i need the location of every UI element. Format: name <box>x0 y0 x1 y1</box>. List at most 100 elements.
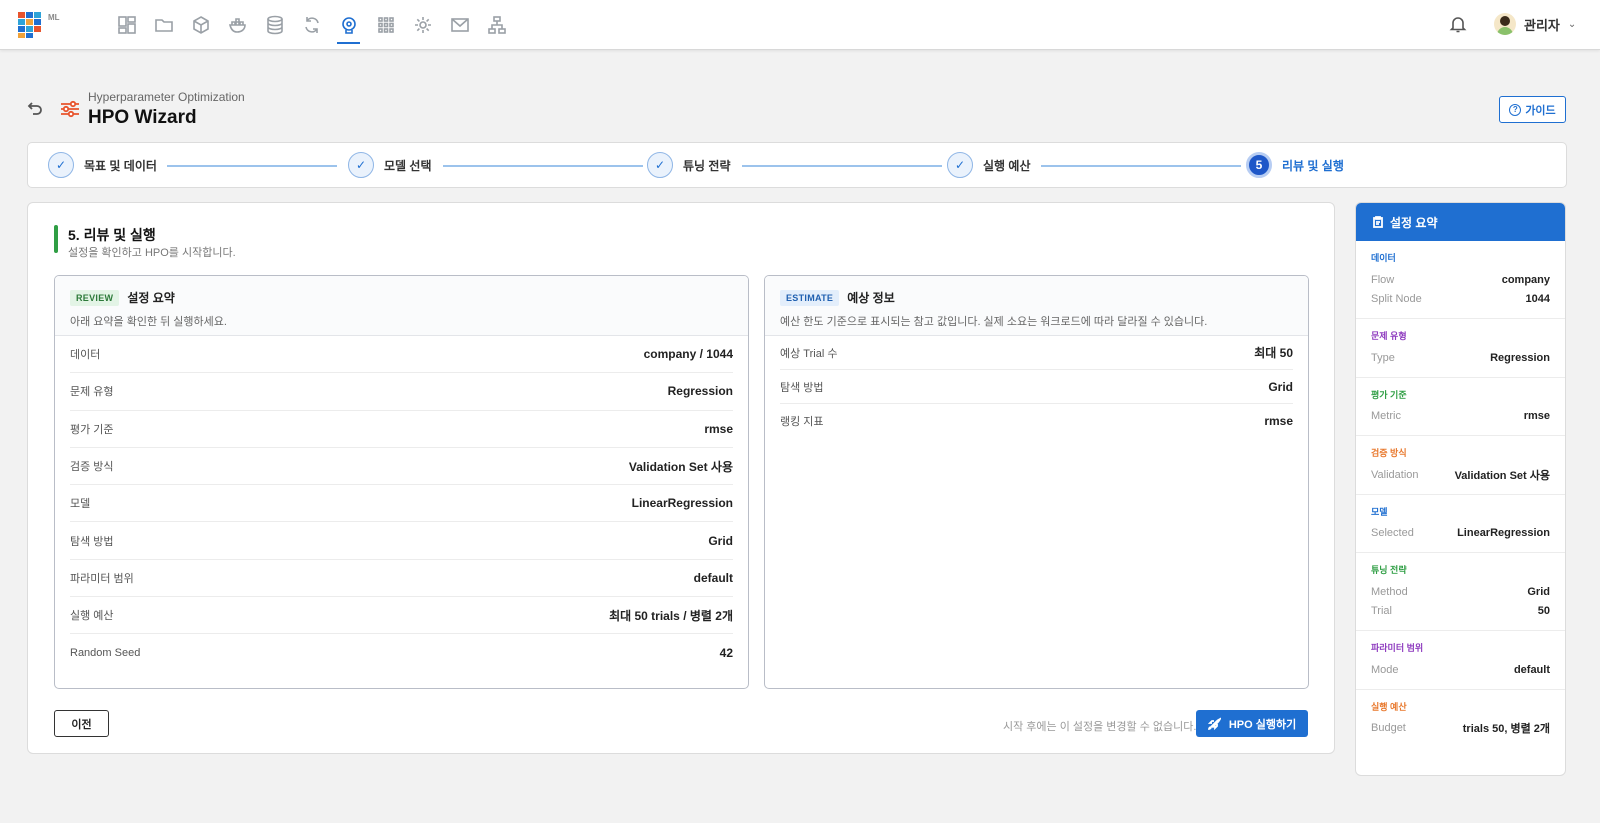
sidebar-section: 모델 Selected LinearRegression <box>1356 495 1565 553</box>
row-value: 최대 50 trials / 병렬 2개 <box>609 608 733 623</box>
row-key: 예상 Trial 수 <box>780 347 838 360</box>
mail-icon[interactable] <box>441 12 478 38</box>
row-key: 평가 기준 <box>70 423 114 436</box>
sidebar-row: Metric rmse <box>1371 407 1550 427</box>
sidebar-sections: 데이터 Flow company Split Node 1044 문제 유형 Type Reg… <box>1356 241 1565 747</box>
sidebar-row-key: Split Node <box>1371 293 1422 306</box>
sidebar-section: 튜닝 전략 Method Grid Trial 50 <box>1356 553 1565 631</box>
sidebar-row-value: trials 50, 병렬 2개 <box>1462 723 1550 736</box>
sidebar-row-key: Method <box>1371 585 1408 598</box>
panel-header: REVIEW 설정 요약 아래 요약을 확인한 뒤 실행하세요. <box>55 276 748 336</box>
step-budget[interactable]: ✓ 실행 예산 <box>947 152 1031 178</box>
rocket-icon <box>1207 717 1221 730</box>
sidebar-row-key: Budget <box>1371 722 1406 735</box>
summary-row: 탐색 방법 Grid <box>70 522 733 560</box>
sidebar-category: 실행 예산 <box>1371 701 1407 712</box>
panel-description: 예산 한도 기준으로 표시되는 참고 값입니다. 실제 소요는 워크로드에 따라… <box>780 316 1208 328</box>
prev-button[interactable]: 이전 <box>54 710 109 737</box>
step-number: 5 <box>1246 152 1272 178</box>
sidebar-row-key: Type <box>1371 351 1395 364</box>
sidebar-category: 검증 방식 <box>1371 448 1407 458</box>
sidebar-row: Selected LinearRegression <box>1371 524 1550 544</box>
summary-row: 모델 LinearRegression <box>70 485 733 523</box>
network-icon[interactable] <box>478 12 515 38</box>
step-label: 목표 및 데이터 <box>84 158 157 173</box>
row-value: rmse <box>1264 414 1293 428</box>
row-key: 탐색 방법 <box>780 381 824 394</box>
chevron-down-icon: ⌄ <box>1567 18 1577 30</box>
clipboard-icon <box>1373 216 1383 228</box>
summary-row: 데이터 company / 1044 <box>70 336 733 374</box>
sidebar-row-value: 50 <box>1537 605 1550 618</box>
step-connector <box>167 165 337 167</box>
review-badge: REVIEW <box>70 289 120 306</box>
summary-row: 탐색 방법 Grid <box>780 370 1293 404</box>
settings-summary-sidebar: 설정 요약 데이터 Flow company Split Node 1044 문제 유형 T… <box>1355 202 1566 776</box>
sidebar-category: 튜닝 전략 <box>1371 565 1407 575</box>
sidebar-section: 데이터 Flow company Split Node 1044 <box>1356 241 1565 319</box>
row-value: 42 <box>719 646 733 661</box>
step-model-select[interactable]: ✓ 모델 선택 <box>348 152 432 178</box>
brain-icon[interactable] <box>330 12 367 44</box>
sidebar-row-value: company <box>1501 273 1550 286</box>
row-key: 실행 예산 <box>70 610 114 623</box>
back-button[interactable] <box>27 100 45 118</box>
step-connector <box>1041 165 1241 167</box>
folder-icon[interactable] <box>145 12 182 38</box>
row-key: 데이터 <box>70 349 101 362</box>
user-menu[interactable]: 관리자 ⌄ <box>1494 13 1576 35</box>
step-label: 리뷰 및 실행 <box>1282 158 1344 173</box>
row-value: Regression <box>667 384 733 399</box>
check-icon: ✓ <box>647 152 673 178</box>
step-tuning-strategy[interactable]: ✓ 튜닝 전략 <box>647 152 731 178</box>
sidebar-section: 파라미터 범위 Mode default <box>1356 631 1565 690</box>
row-value: rmse <box>704 421 733 436</box>
dashboard-icon[interactable] <box>108 12 145 38</box>
docker-icon[interactable] <box>219 12 256 38</box>
step-label: 모델 선택 <box>384 158 432 173</box>
database-icon[interactable] <box>256 12 293 38</box>
sliders-icon <box>59 98 81 120</box>
sidebar-row-key: Metric <box>1371 410 1401 423</box>
logo-suffix: ML <box>48 13 60 22</box>
step-connector <box>443 165 643 167</box>
sidebar-row-value: default <box>1513 663 1550 676</box>
step-review-run[interactable]: 5 리뷰 및 실행 <box>1246 152 1344 178</box>
run-hpo-button[interactable]: HPO 실행하기 <box>1196 710 1308 737</box>
review-card: 5. 리뷰 및 실행 설정을 확인하고 HPO를 시작합니다. REVIEW 설… <box>27 202 1335 754</box>
guide-button[interactable]: ? 가이드 <box>1499 96 1566 123</box>
sync-icon[interactable] <box>293 12 330 38</box>
row-key: Random Seed <box>70 647 141 660</box>
step-goal-data[interactable]: ✓ 목표 및 데이터 <box>48 152 157 178</box>
sidebar-title: 설정 요약 <box>1390 215 1438 230</box>
sidebar-row-value: rmse <box>1523 410 1550 423</box>
row-key: 파라미터 범위 <box>70 572 134 585</box>
row-value: Grid <box>1268 379 1293 394</box>
row-key: 탐색 방법 <box>70 535 114 548</box>
sidebar-category: 모델 <box>1371 506 1388 517</box>
warning-text: 시작 후에는 이 설정을 변경할 수 없습니다. <box>1003 721 1197 733</box>
notification-bell-icon[interactable] <box>1449 15 1469 35</box>
apps-grid-icon[interactable] <box>367 12 404 38</box>
sidebar-row-key: Validation <box>1371 468 1419 481</box>
sidebar-section: 문제 유형 Type Regression <box>1356 319 1565 378</box>
sidebar-row: Split Node 1044 <box>1371 290 1550 310</box>
row-key: 랭킹 지표 <box>780 416 824 428</box>
cube-icon[interactable] <box>182 12 219 38</box>
section-title: 5. 리뷰 및 실행 <box>68 227 156 243</box>
review-list: 데이터 company / 1044 문제 유형 Regression 평가 기준 rms… <box>55 336 748 672</box>
panel-header: ESTIMATE 예상 정보 예산 한도 기준으로 표시되는 참고 값입니다. … <box>765 276 1308 336</box>
wizard-stepper: ✓ 목표 및 데이터 ✓ 모델 선택 ✓ 튜닝 전략 ✓ 실행 예산 5 리뷰 … <box>27 142 1567 188</box>
summary-row: 실행 예산 최대 50 trials / 병렬 2개 <box>70 597 733 635</box>
sidebar-section: 평가 기준 Metric rmse <box>1356 378 1565 436</box>
sidebar-category: 데이터 <box>1371 253 1396 263</box>
settings-icon[interactable] <box>404 12 441 38</box>
estimate-list: 예상 Trial 수 최대 50 탐색 방법 Grid 랭킹 지표 rmse <box>765 336 1308 438</box>
guide-label: 가이드 <box>1525 104 1556 117</box>
summary-row: 파라미터 범위 default <box>70 560 733 598</box>
help-circle-icon: ? <box>1509 103 1522 116</box>
sidebar-row: Validation Validation Set 사용 <box>1371 465 1550 485</box>
summary-row: Random Seed 42 <box>70 634 733 671</box>
check-icon: ✓ <box>947 152 973 178</box>
sidebar-row-value: Grid <box>1527 585 1550 598</box>
